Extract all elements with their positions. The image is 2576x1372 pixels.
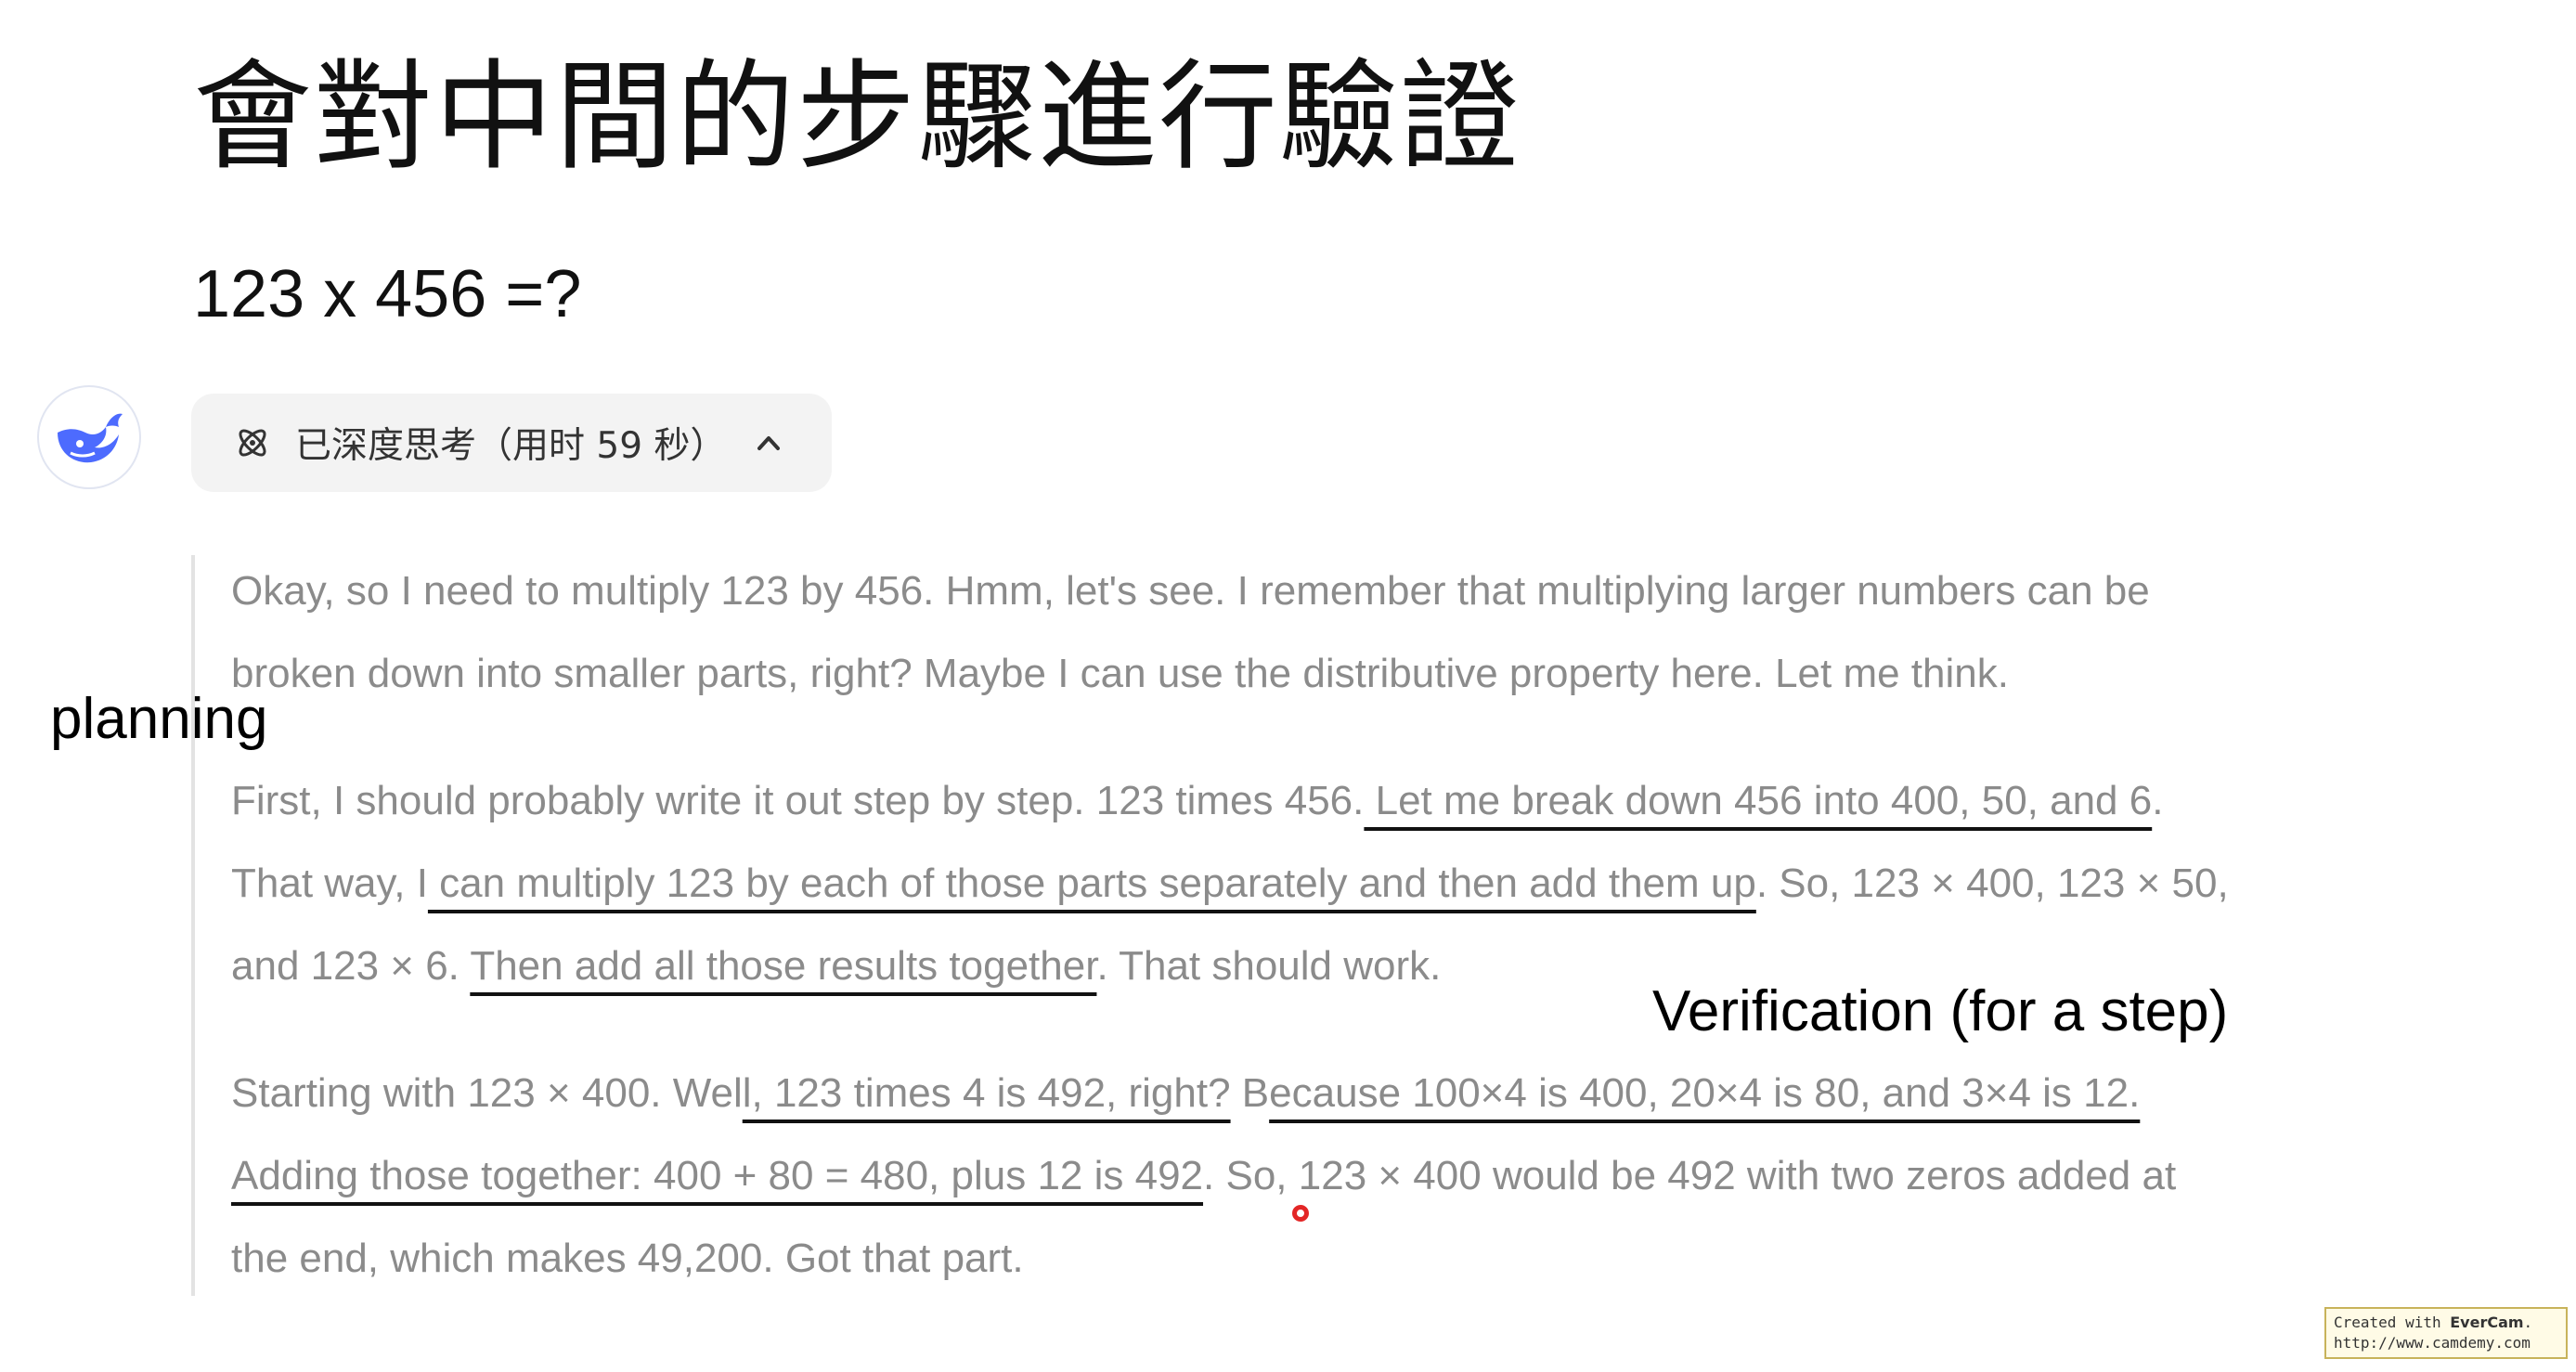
deepseek-whale-icon <box>58 413 123 463</box>
chevron-up-icon <box>750 424 787 461</box>
thinking-line: First, I should probably write it out st… <box>231 759 2561 842</box>
question-text: 123 x 456 =? <box>193 257 582 331</box>
underlined-segment: l, 123 times 4 is 492, right? <box>742 1070 1231 1116</box>
text-segment: Starting with 123 × 400. Wel <box>231 1070 743 1116</box>
text-segment: . So, 123 × 400 would be 492 with two ze… <box>1203 1153 2177 1198</box>
annotation-verification: Verification (for a step) <box>1652 979 2229 1043</box>
thinking-line: the end, which makes 49,200. Got that pa… <box>231 1236 1024 1281</box>
text-segment: and 123 × 6. <box>231 943 471 989</box>
thinking-line: Adding those together: 400 + 80 = 480, p… <box>231 1134 2561 1217</box>
text-segment: That way, I <box>231 861 428 906</box>
watermark-suffix: . <box>2523 1314 2533 1331</box>
thinking-paragraph-3: Starting with 123 × 400. Well, 123 times… <box>231 1052 2561 1300</box>
annotation-planning: planning <box>50 687 268 751</box>
text-segment: . That should work. <box>1096 943 1442 989</box>
underlined-segment: can multiply 123 by each of those parts … <box>427 861 1756 906</box>
text-segment: B <box>1230 1070 1270 1116</box>
thinking-paragraph-1: Okay, so I need to multiply 123 by 456. … <box>231 550 2561 715</box>
watermark-line-1: Created with EverCam. <box>2334 1313 2558 1333</box>
text-segment: . So, 123 × 400, 123 × 50, <box>1755 861 2229 906</box>
thinking-line: Starting with 123 × 400. Well, 123 times… <box>231 1052 2561 1134</box>
thinking-content: Okay, so I need to multiply 123 by 456. … <box>231 550 2561 1344</box>
thinking-paragraph-2: First, I should probably write it out st… <box>231 759 2561 1007</box>
cursor-dot <box>1292 1205 1309 1222</box>
assistant-avatar <box>37 385 141 489</box>
atom-icon <box>232 422 273 463</box>
underlined-segment: Let me break down 456 into 400, 50, and … <box>1364 778 2153 823</box>
thinking-toggle-button[interactable]: 已深度思考（用时 59 秒） <box>191 394 832 492</box>
thinking-label: 已深度思考（用时 59 秒） <box>295 425 727 467</box>
watermark-brand: EverCam <box>2450 1314 2524 1331</box>
slide-title: 會對中間的步驟進行驗證 <box>193 48 1521 187</box>
thinking-line: That way, I can multiply 123 by each of … <box>231 842 2561 925</box>
underlined-segment: Adding those together: 400 + 80 = 480, p… <box>231 1153 1204 1198</box>
text-segment: First, I should probably write it out st… <box>231 778 1365 823</box>
thinking-rule <box>191 555 195 1296</box>
underlined-segment: ecause 100×4 is 400, 20×4 is 80, and 3×4… <box>1269 1070 2141 1116</box>
text-segment: . <box>2152 778 2164 823</box>
watermark: Created with EverCam. http://www.camdemy… <box>2324 1307 2568 1359</box>
watermark-prefix: Created with <box>2334 1314 2451 1331</box>
watermark-url: http://www.camdemy.com <box>2334 1334 2531 1352</box>
underlined-segment: Then add all those results together <box>470 943 1097 989</box>
thinking-line: broken down into smaller parts, right? M… <box>231 651 2009 696</box>
thinking-line: Okay, so I need to multiply 123 by 456. … <box>231 568 2150 614</box>
